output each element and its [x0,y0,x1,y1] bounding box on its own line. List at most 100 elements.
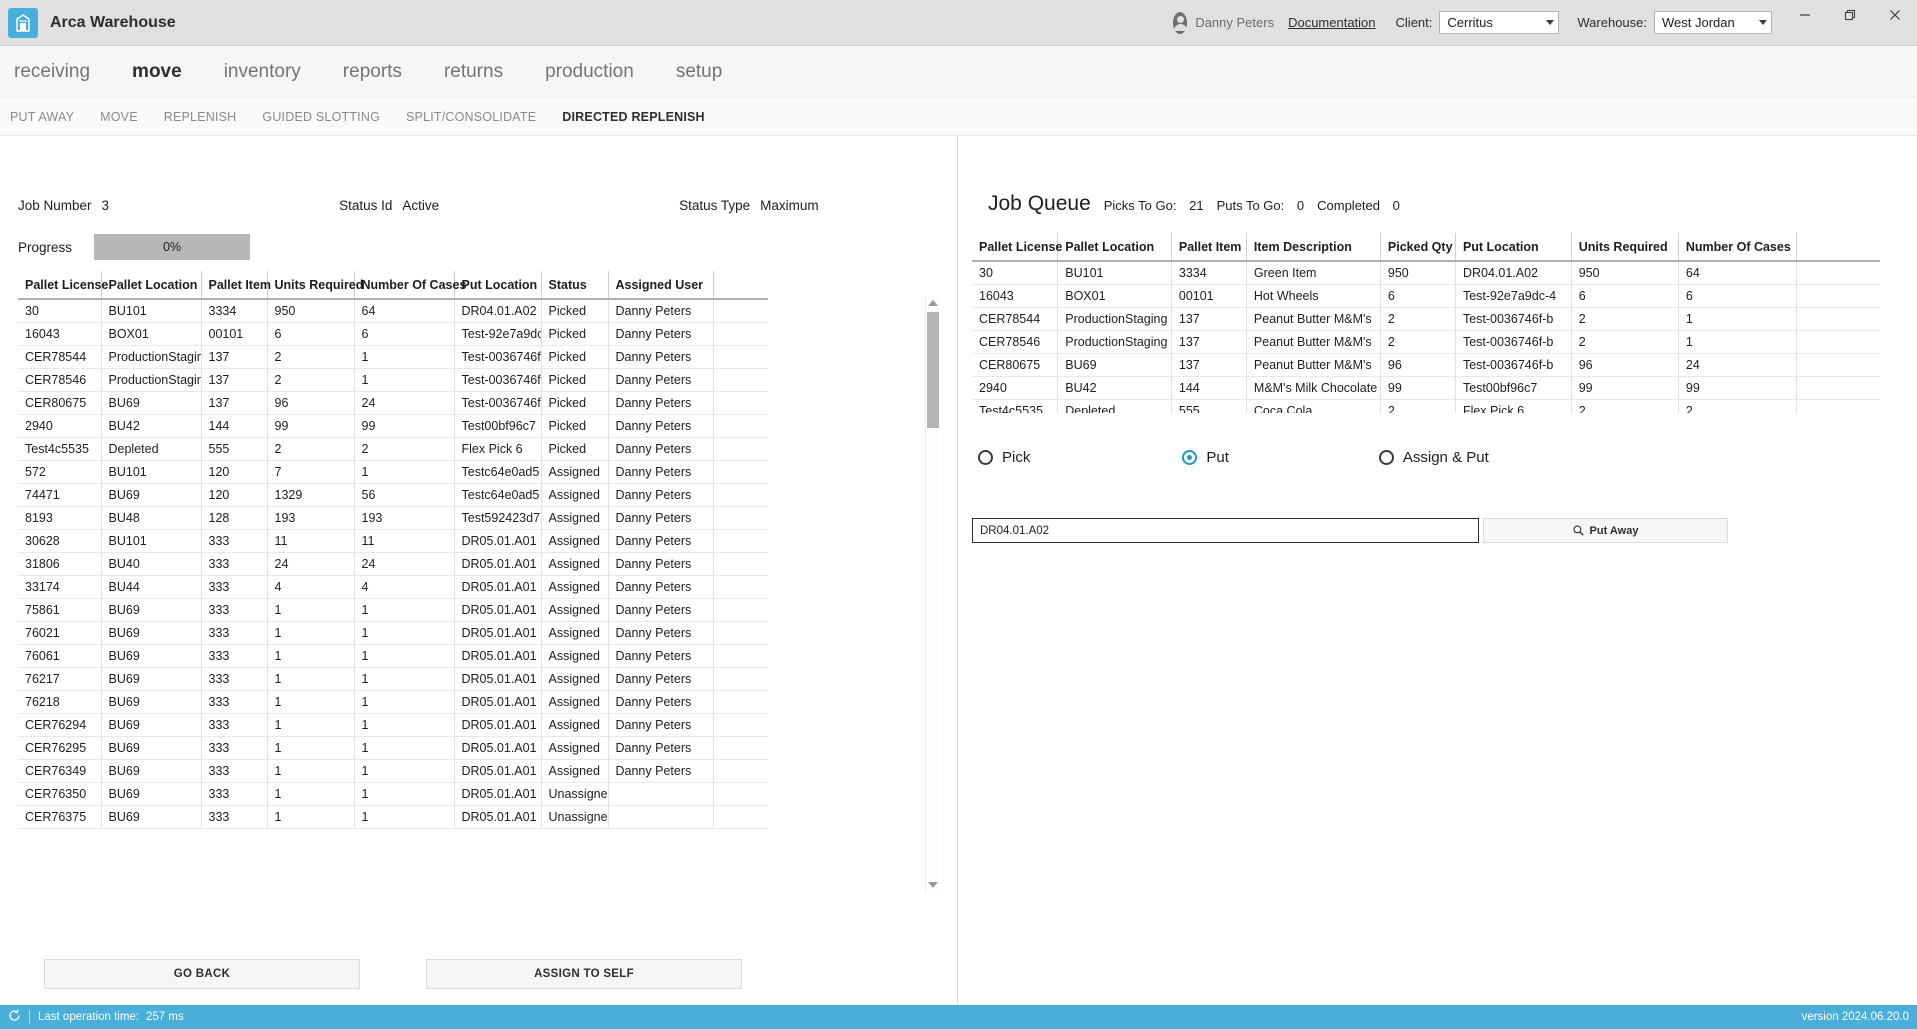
table-row[interactable]: CER76295 BU69 333 1 1 DR05.01.A01 Assigned Dann… [18,736,768,760]
left-action-buttons: GO BACK ASSIGN TO SELF [44,959,742,989]
table-row[interactable]: 16043BOX010010166Test-92e7a9dc-4PickedDa… [18,322,768,346]
table-cell: Picked [541,299,609,323]
table-row[interactable]: 33174 BU44 333 4 4 DR05.01.A01 Assigned Danny P… [18,575,768,599]
table-row[interactable]: CER80675BU691379624Test-0036746f-bPicked… [18,391,768,415]
table-row[interactable]: 76061 BU69 333 1 1 DR05.01.A01 Assigned Danny P… [18,644,768,668]
column-header[interactable]: Pallet Location [1057,233,1172,261]
radio-dot-icon[interactable] [978,450,993,465]
column-header[interactable]: Pallet License [972,233,1062,261]
table-row[interactable]: CER78544 ProductionStaging 137 2 1 Test-00367… [18,345,768,369]
nav-item-returns[interactable]: returns [444,61,503,83]
subnav-item-directedreplenish[interactable]: DIRECTED REPLENISH [562,110,705,124]
column-header[interactable]: Assigned User [608,271,714,299]
column-header[interactable]: Pallet License [18,271,108,299]
table-row[interactable]: 16043 BOX01 00101 Hot Wheels 6 Test-92e7a9dc-… [972,284,1880,308]
column-header[interactable] [1796,233,1880,261]
table-row[interactable]: CER76294 BU69 333 1 1 DR05.01.A01 Assigned Dann… [18,713,768,737]
column-header[interactable] [713,271,768,299]
table-cell: 137 [201,391,268,415]
table-row[interactable]: 76021 BU69 333 1 1 DR05.01.A01 Assigned Danny P… [18,621,768,645]
radio-dot-icon[interactable] [1182,450,1198,465]
column-header[interactable]: Number Of Cases [1678,233,1797,261]
column-header[interactable]: Status [541,271,609,299]
table-cell: ProductionStaging [1057,307,1172,331]
column-header[interactable]: Units Required [267,271,363,299]
table-row[interactable]: 31806 BU40 333 24 24 DR05.01.A01 Assigned Danny… [18,552,768,576]
scroll-down-icon[interactable] [928,882,938,888]
table-row[interactable]: CER80675 BU69 137 Peanut Butter M&M's 96 Test… [972,353,1880,377]
subnav-item-move[interactable]: MOVE [100,110,138,124]
table-row[interactable]: 75861 BU69 333 1 1 DR05.01.A01 Assigned Danny P… [18,598,768,622]
nav-item-production[interactable]: production [545,61,634,83]
table-cell: CER76349 [18,759,102,783]
column-header[interactable]: Picked Qty [1380,233,1456,261]
restore-button[interactable] [1827,0,1872,30]
subnav-item-replenish[interactable]: REPLENISH [164,110,237,124]
assign-to-self-button[interactable]: ASSIGN TO SELF [426,959,742,989]
table-row[interactable]: CER76350 BU69 333 1 1 DR05.01.A01 Unassigned [18,782,768,806]
table-cell [1796,399,1880,413]
column-header[interactable]: Put Location [1455,233,1572,261]
column-header[interactable]: Number Of Cases [354,271,466,299]
table-cell: 24 [267,552,355,576]
table-cell [713,690,768,714]
job-queue-title: Job Queue [988,192,1091,215]
column-header[interactable]: Pallet Location [101,271,202,299]
table-row[interactable]: 30628 BU101 333 11 11 DR05.01.A01 Assigned Dann… [18,529,768,553]
put-location-input[interactable] [972,518,1479,543]
client-select[interactable]: Cerritus [1439,11,1560,34]
go-back-button[interactable]: GO BACK [44,959,360,989]
job-queue-table: Pallet License Pallet Location Pallet Item… [972,233,1880,413]
put-away-button[interactable]: Put Away [1483,518,1728,543]
table-row[interactable]: 8193 BU48 128 193 193 Test592423d7 Assigned Dan… [18,506,768,530]
warehouse-select-value: West Jordan [1662,15,1735,30]
table-row[interactable]: 30 BU101 3334 Green Item 950 DR04.01.A02 950 64 [972,261,1880,285]
radio-put[interactable]: Put [1182,449,1229,466]
table-row[interactable]: 30 BU101 3334 950 64 DR04.01.A02 Picked Danny P… [18,299,768,323]
table-row[interactable]: CER78546 ProductionStaging 137 Peanut Butte… [972,330,1880,354]
column-header[interactable]: Item Description [1246,233,1381,261]
table-cell: BU69 [101,713,202,737]
table-row[interactable]: CER78546 ProductionStaging 137 2 1 Test-00367… [18,368,768,392]
table-row[interactable]: 2940 BU42 144 M&M's Milk Chocolate 99 Test00b… [972,376,1880,400]
column-header[interactable]: Pallet Item [1171,233,1247,261]
table-cell: 137 [1171,330,1247,354]
nav-item-setup[interactable]: setup [676,61,722,83]
table-cell [713,414,768,438]
radio-pick[interactable]: Pick [978,449,1030,466]
subnav-item-splitconsolidate[interactable]: SPLIT/CONSOLIDATE [406,110,536,124]
table-cell: CER80675 [18,391,102,415]
nav-item-move[interactable]: move [132,61,182,83]
radio-dot-icon[interactable] [1378,450,1394,465]
picks-to-go-value: 21 [1189,198,1204,213]
client-label: Client: [1395,15,1433,30]
table-row[interactable]: CER78544 ProductionStaging 137 Peanut Butte… [972,307,1880,331]
table-cell: BU69 [101,759,202,783]
scroll-up-icon[interactable] [928,300,938,306]
nav-item-inventory[interactable]: inventory [224,61,301,83]
nav-item-reports[interactable]: reports [343,61,402,83]
job-lines-scrollbar[interactable] [925,296,939,892]
nav-item-receiving[interactable]: receiving [14,61,90,83]
minimize-button[interactable] [1782,0,1827,30]
warehouse-select[interactable]: West Jordan [1654,11,1772,34]
column-header[interactable]: Pallet Item [201,271,271,299]
table-row[interactable]: Test4c5535 Depleted 555 Coca Cola 2 Flex Pick… [972,399,1880,413]
refresh-icon[interactable] [8,1009,21,1025]
table-row[interactable]: 76218 BU69 333 1 1 DR05.01.A01 Assigned Danny P… [18,690,768,714]
column-header[interactable]: Units Required [1571,233,1679,261]
table-row[interactable]: CER76375 BU69 333 1 1 DR05.01.A01 Unassigned [18,805,768,829]
radio-assignput[interactable]: Assign & Put [1378,449,1489,466]
table-row[interactable]: 2940 BU42 144 99 99 Test00bf96c7 Picked Danny P… [18,414,768,438]
documentation-link[interactable]: Documentation [1288,15,1375,30]
table-row[interactable]: CER76349 BU69 333 1 1 DR05.01.A01 Assigned Dann… [18,759,768,783]
table-row[interactable]: 74471 BU69 120 1329 56 Testc64e0ad5 Assigned Da… [18,483,768,507]
column-header[interactable]: Put Location [454,271,542,299]
table-row[interactable]: Test4c5535 Depleted 555 2 2 Flex Pick 6 Picked… [18,437,768,461]
subnav-item-guidedslotting[interactable]: GUIDED SLOTTING [262,110,380,124]
table-row[interactable]: 76217 BU69 333 1 1 DR05.01.A01 Assigned Danny P… [18,667,768,691]
scroll-thumb[interactable] [927,312,939,428]
subnav-item-putaway[interactable]: PUT AWAY [10,110,74,124]
close-button[interactable] [1872,0,1917,30]
table-row[interactable]: 572 BU101 120 7 1 Testc64e0ad5 Assigned Danny P… [18,460,768,484]
